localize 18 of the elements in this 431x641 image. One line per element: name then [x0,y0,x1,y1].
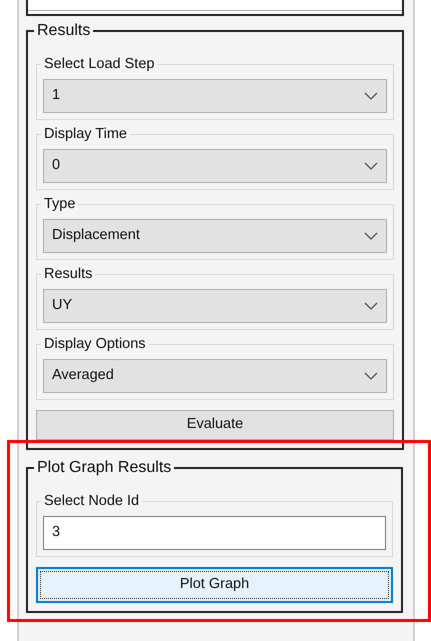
field-label: Display Options [41,335,149,353]
chevron-down-icon [364,302,378,310]
field-label: Display Time [41,125,130,143]
chevron-down-icon [364,372,378,380]
field-label: Type [41,195,78,213]
dropdown[interactable]: Displacement [43,219,387,253]
plot-button[interactable]: Plot Graph [36,567,393,603]
dropdown[interactable]: 1 [43,79,387,113]
dropdown[interactable]: UY [43,289,387,323]
dropdown[interactable]: Averaged [43,359,387,393]
input-field[interactable]: 3 [43,516,386,550]
dropdown[interactable]: 0 [43,149,387,183]
chevron-down-icon [364,162,378,170]
field-label: Select Load Step [41,55,158,73]
chevron-down-icon [364,92,378,100]
evaluate-button[interactable]: Evaluate [36,410,394,440]
group-title: Plot Graph Results [34,458,174,478]
chevron-down-icon [364,232,378,240]
